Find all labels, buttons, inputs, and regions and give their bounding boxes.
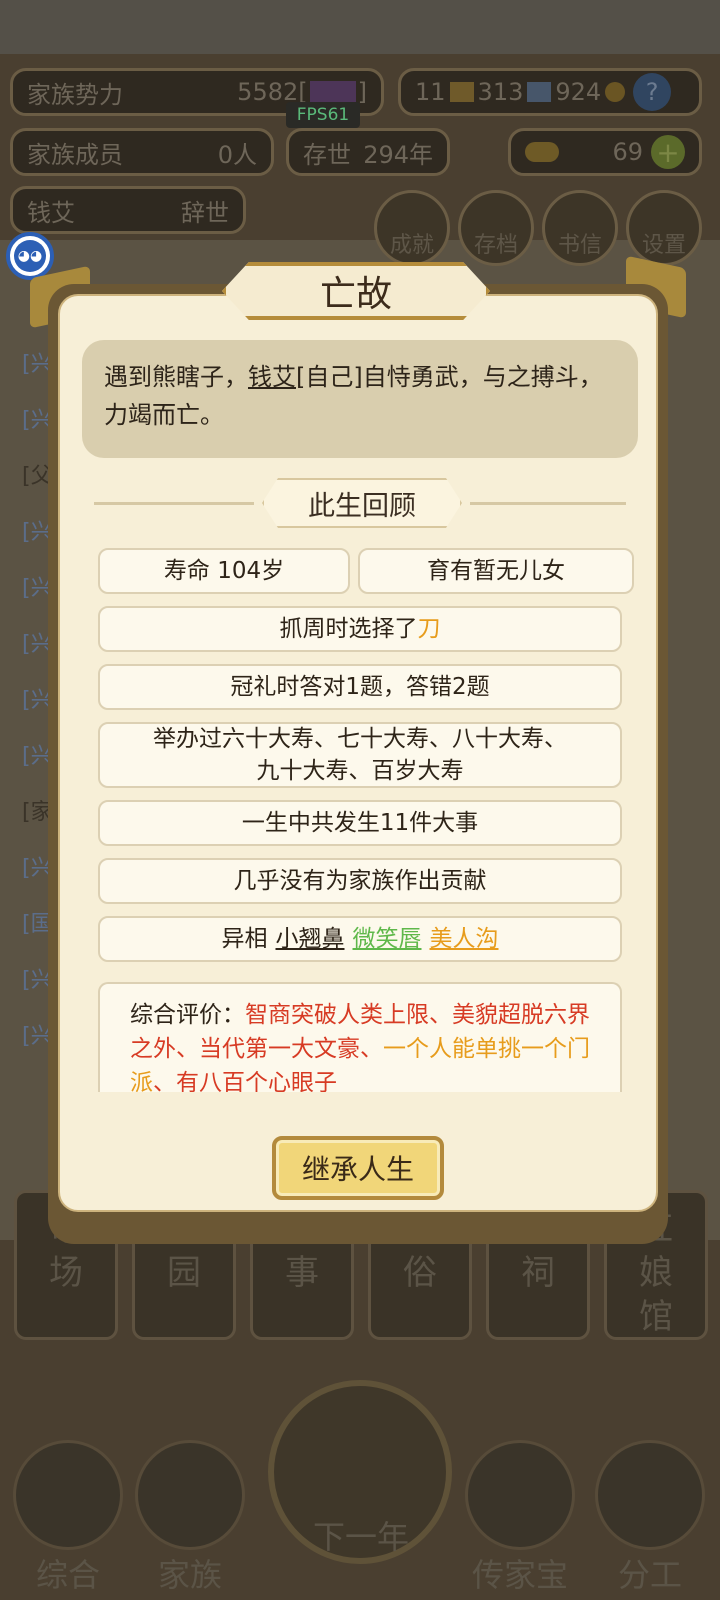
family-members-bar: 家族成员 0人 <box>10 128 274 176</box>
zhuazhou-card: 抓周时选择了刀 <box>98 606 622 652</box>
gold-bar-icon <box>449 82 474 102</box>
existence-value: 294年 <box>363 140 433 169</box>
traits-label: 异相 <box>221 926 268 952</box>
birthdays-card: 举办过六十大寿、七十大寿、八十大寿、 九十大寿、百岁大寿 <box>98 722 622 788</box>
trait-lips[interactable]: 微笑唇 <box>353 923 422 955</box>
person-name: 钱艾 <box>27 198 75 227</box>
fps-counter: FPS61 <box>286 102 360 128</box>
assistant-face-icon: ◕◕ <box>14 240 46 272</box>
nav-family[interactable]: 家族 <box>130 1440 250 1594</box>
nav-family-label: 家族 <box>157 1556 222 1594</box>
trait-nose[interactable]: 小翘鼻 <box>276 923 345 955</box>
zhuazhou-item: 刀 <box>417 616 441 642</box>
birthdays-line-2: 九十大寿、百岁大寿 <box>256 758 464 784</box>
events-card: 一生中共发生11件大事 <box>98 800 622 846</box>
current-person-bar: 钱艾 辞世 <box>10 186 246 234</box>
person-status: 辞世 <box>181 198 229 227</box>
eval-red-trait-2: 有八百个心眼子 <box>176 1070 337 1092</box>
birthdays-line-1: 举办过六十大寿、七十大寿、八十大寿、 <box>153 726 567 752</box>
deceased-name-link[interactable]: 钱艾 <box>248 363 296 391</box>
dialog-title: 亡故 <box>222 262 490 320</box>
resources-bar: 11 313 924 ? <box>398 68 702 116</box>
traits-card: 异相 小翘鼻 微笑唇 美人沟 <box>98 916 622 962</box>
ornament-right <box>470 502 626 505</box>
servant-icon <box>595 1440 705 1550</box>
resource-1-value: 11 <box>415 78 446 106</box>
cloud-icon <box>465 1440 575 1550</box>
ornament-left <box>94 502 254 505</box>
lifespan-card: 寿命 104岁 <box>98 548 350 594</box>
house-icon <box>135 1440 245 1550</box>
contribution-card: 几乎没有为家族作出贡献 <box>98 858 622 904</box>
eval-label: 综合评价： <box>130 1002 245 1028</box>
existence-bar: 存世 294年 <box>286 128 450 176</box>
trait-chin[interactable]: 美人沟 <box>430 923 499 955</box>
inherit-life-button[interactable]: 继承人生 <box>272 1136 444 1200</box>
nav-division-label: 分工 <box>617 1556 682 1594</box>
resource-3-value: 924 <box>555 78 602 106</box>
nav-overview[interactable]: 综合 <box>8 1440 128 1594</box>
zhuazhou-text: 抓周时选择了 <box>279 616 418 642</box>
family-power-label: 家族势力 <box>27 80 123 109</box>
floating-assistant-button[interactable]: ◕◕ <box>6 232 54 280</box>
family-members-label: 家族成员 <box>27 140 123 169</box>
nav-heirloom-label: 传家宝 <box>471 1556 568 1594</box>
ingot-value: 69 <box>612 138 643 166</box>
nav-division[interactable]: 分工 <box>590 1440 710 1594</box>
death-text-pre: 遇到熊瞎子， <box>104 363 248 391</box>
ingot-bar: 69 + <box>508 128 702 176</box>
nav-overview-label: 综合 <box>35 1556 100 1594</box>
life-review-title: 此生回顾 <box>262 478 462 528</box>
family-power-bracket: ] <box>357 78 367 106</box>
nav-next-year[interactable]: 下一年 <box>296 1512 426 1592</box>
nav-heirloom[interactable]: 传家宝 <box>460 1440 580 1594</box>
resource-2-value: 313 <box>477 78 524 106</box>
help-icon[interactable]: ? <box>633 73 672 111</box>
status-bar <box>0 0 720 54</box>
add-ingot-icon[interactable]: + <box>651 135 685 169</box>
children-card: 育有暂无儿女 <box>358 548 634 594</box>
achievements-button[interactable]: 成就 <box>374 190 450 266</box>
death-description: 遇到熊瞎子，钱艾[自己]自恃勇武，与之搏斗，力竭而亡。 <box>82 340 638 458</box>
letters-button[interactable]: 书信 <box>542 190 618 266</box>
silver-bar-icon <box>527 82 552 102</box>
ingot-icon <box>525 142 559 162</box>
existence-label: 存世 <box>303 140 351 169</box>
save-button[interactable]: 存档 <box>458 190 534 266</box>
scroll-icon <box>13 1440 123 1550</box>
family-members-value: 0人 <box>217 140 257 169</box>
power-rank-badge <box>309 81 356 103</box>
nav-next-year-label: 下一年 <box>312 1518 409 1556</box>
settings-button[interactable]: 设置 <box>626 190 702 266</box>
overall-evaluation[interactable]: 综合评价：智商突破人类上限、美貌超脱六界之外、当代第一大文豪、一个人能单挑一个门… <box>98 982 622 1092</box>
coin-icon <box>605 82 626 102</box>
coming-of-age-card: 冠礼时答对1题，答错2题 <box>98 664 622 710</box>
eval-separator: 、 <box>153 1070 176 1092</box>
